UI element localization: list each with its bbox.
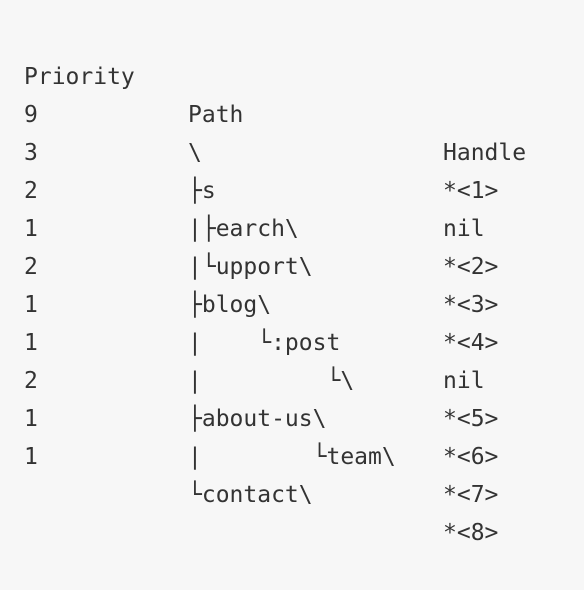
table-row: 1 |└upport\ *<3>	[0, 172, 498, 318]
handle-cell: *<2>	[443, 254, 499, 280]
code-block: Priority Path Handle 9 \ *<1> 3 ├s nil 2…	[0, 0, 584, 546]
handle-cell: *<1>	[443, 178, 499, 204]
table-row: 1 └contact\ *<8>	[0, 400, 498, 546]
handle-cell: nil	[443, 368, 485, 394]
path-cell: ├about-us\	[188, 406, 327, 432]
path-cell: | └team\	[188, 444, 396, 470]
handle-cell: *<8>	[443, 520, 499, 546]
handle-cell: *<5>	[443, 406, 499, 432]
table-row: 1 | └:post nil	[0, 248, 485, 394]
table-row: 2 ├about-us\ *<6>	[0, 324, 498, 470]
path-cell: | └:post	[188, 330, 341, 356]
path-header: Path	[188, 102, 244, 128]
path-cell: |├earch\	[188, 216, 299, 242]
table-row: 9 \ *<1>	[0, 58, 498, 204]
table-row: 1 | └team\ *<7>	[0, 362, 498, 508]
path-cell: \	[188, 140, 202, 166]
handle-cell: *<7>	[443, 482, 499, 508]
table-row: 2 ├blog\ *<4>	[0, 210, 498, 356]
path-cell: └contact\	[188, 482, 313, 508]
priority-cell: 1	[24, 444, 38, 470]
header-row: Priority Path Handle	[0, 20, 526, 166]
handle-cell: nil	[443, 216, 485, 242]
handle-cell: *<6>	[443, 444, 499, 470]
table-row: 1 | └\ *<5>	[0, 286, 498, 432]
path-cell: ├s	[188, 178, 216, 204]
handle-cell: *<4>	[443, 330, 499, 356]
table-row: 2 |├earch\ *<2>	[0, 134, 498, 280]
table-row: 3 ├s nil	[0, 96, 485, 242]
path-cell: | └\	[188, 368, 355, 394]
path-cell: ├blog\	[188, 292, 272, 318]
path-cell: |└upport\	[188, 254, 313, 280]
handle-header: Handle	[443, 140, 527, 166]
handle-cell: *<3>	[443, 292, 499, 318]
